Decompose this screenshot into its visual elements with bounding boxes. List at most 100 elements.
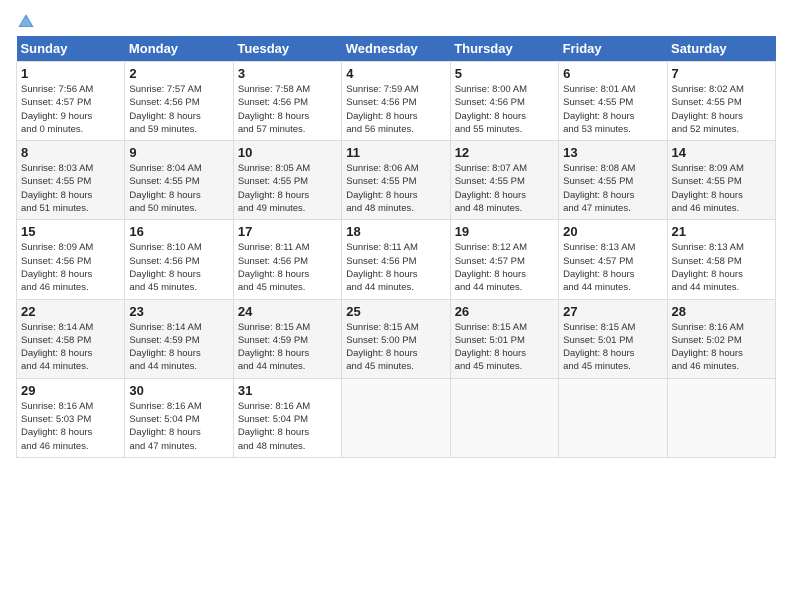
calendar-week-3: 15Sunrise: 8:09 AMSunset: 4:56 PMDayligh… (17, 220, 776, 299)
day-info: Sunrise: 8:08 AMSunset: 4:55 PMDaylight:… (563, 162, 662, 215)
day-info: Sunrise: 8:16 AMSunset: 5:03 PMDaylight:… (21, 400, 120, 453)
header-row-days: SundayMondayTuesdayWednesdayThursdayFrid… (17, 36, 776, 62)
day-info: Sunrise: 8:00 AMSunset: 4:56 PMDaylight:… (455, 83, 554, 136)
calendar-cell: 3Sunrise: 7:58 AMSunset: 4:56 PMDaylight… (233, 62, 341, 141)
header-day-saturday: Saturday (667, 36, 775, 62)
day-info: Sunrise: 8:01 AMSunset: 4:55 PMDaylight:… (563, 83, 662, 136)
day-number: 1 (21, 66, 120, 81)
calendar-cell: 9 Sunrise: 8:04 AMSunset: 4:55 PMDaylight… (125, 141, 233, 220)
calendar-cell (667, 378, 775, 457)
day-info: Sunrise: 8:15 AMSunset: 5:01 PMDaylight:… (455, 321, 554, 374)
day-number: 17 (238, 224, 337, 239)
day-info: Sunrise: 7:58 AMSunset: 4:56 PMDaylight:… (238, 83, 337, 136)
day-number: 23 (129, 304, 228, 319)
calendar-week-5: 29 Sunrise: 8:16 AMSunset: 5:03 PMDayligh… (17, 378, 776, 457)
calendar-cell: 27Sunrise: 8:15 AMSunset: 5:01 PMDayligh… (559, 299, 667, 378)
calendar-cell: 28 Sunrise: 8:16 AMSunset: 5:02 PMDayligh… (667, 299, 775, 378)
day-number: 28 (672, 304, 771, 319)
day-info: Sunrise: 8:16 AMSunset: 5:04 PMDaylight:… (238, 400, 337, 453)
day-number: 18 (346, 224, 445, 239)
day-info: Sunrise: 8:12 AMSunset: 4:57 PMDaylight:… (455, 241, 554, 294)
day-number: 30 (129, 383, 228, 398)
day-number: 20 (563, 224, 662, 239)
calendar-body: 1 Sunrise: 7:56 AMSunset: 4:57 PMDaylight… (17, 62, 776, 458)
day-info: Sunrise: 8:02 AMSunset: 4:55 PMDaylight:… (672, 83, 771, 136)
day-number: 5 (455, 66, 554, 81)
day-number: 16 (129, 224, 228, 239)
day-number: 15 (21, 224, 120, 239)
calendar-cell: 19Sunrise: 8:12 AMSunset: 4:57 PMDayligh… (450, 220, 558, 299)
day-number: 12 (455, 145, 554, 160)
day-number: 21 (672, 224, 771, 239)
day-info: Sunrise: 8:11 AMSunset: 4:56 PMDaylight:… (346, 241, 445, 294)
calendar-cell: 2 Sunrise: 7:57 AMSunset: 4:56 PMDaylight… (125, 62, 233, 141)
day-number: 4 (346, 66, 445, 81)
calendar-cell: 22 Sunrise: 8:14 AMSunset: 4:58 PMDayligh… (17, 299, 125, 378)
header-day-monday: Monday (125, 36, 233, 62)
calendar-cell: 20 Sunrise: 8:13 AMSunset: 4:57 PMDayligh… (559, 220, 667, 299)
day-info: Sunrise: 8:11 AMSunset: 4:56 PMDaylight:… (238, 241, 337, 294)
logo (16, 12, 39, 30)
day-info: Sunrise: 8:13 AMSunset: 4:57 PMDaylight:… (563, 241, 662, 294)
day-number: 29 (21, 383, 120, 398)
day-info: Sunrise: 8:09 AMSunset: 4:55 PMDaylight:… (672, 162, 771, 215)
day-number: 11 (346, 145, 445, 160)
day-number: 13 (563, 145, 662, 160)
calendar-cell: 14 Sunrise: 8:09 AMSunset: 4:55 PMDayligh… (667, 141, 775, 220)
day-info: Sunrise: 8:04 AMSunset: 4:55 PMDaylight:… (129, 162, 228, 215)
day-number: 6 (563, 66, 662, 81)
header-day-friday: Friday (559, 36, 667, 62)
day-number: 25 (346, 304, 445, 319)
calendar-cell: 26Sunrise: 8:15 AMSunset: 5:01 PMDayligh… (450, 299, 558, 378)
day-info: Sunrise: 7:59 AMSunset: 4:56 PMDaylight:… (346, 83, 445, 136)
day-info: Sunrise: 8:13 AMSunset: 4:58 PMDaylight:… (672, 241, 771, 294)
header-day-sunday: Sunday (17, 36, 125, 62)
calendar-cell: 23 Sunrise: 8:14 AMSunset: 4:59 PMDayligh… (125, 299, 233, 378)
calendar-cell: 17 Sunrise: 8:11 AMSunset: 4:56 PMDayligh… (233, 220, 341, 299)
calendar-cell: 24 Sunrise: 8:15 AMSunset: 4:59 PMDayligh… (233, 299, 341, 378)
calendar-cell: 30 Sunrise: 8:16 AMSunset: 5:04 PMDayligh… (125, 378, 233, 457)
day-number: 27 (563, 304, 662, 319)
calendar-cell: 15Sunrise: 8:09 AMSunset: 4:56 PMDayligh… (17, 220, 125, 299)
day-number: 2 (129, 66, 228, 81)
day-number: 10 (238, 145, 337, 160)
header-day-tuesday: Tuesday (233, 36, 341, 62)
day-info: Sunrise: 8:16 AMSunset: 5:04 PMDaylight:… (129, 400, 228, 453)
day-info: Sunrise: 8:07 AMSunset: 4:55 PMDaylight:… (455, 162, 554, 215)
calendar-cell: 4 Sunrise: 7:59 AMSunset: 4:56 PMDaylight… (342, 62, 450, 141)
calendar-cell: 11 Sunrise: 8:06 AMSunset: 4:55 PMDayligh… (342, 141, 450, 220)
calendar-cell (342, 378, 450, 457)
day-number: 9 (129, 145, 228, 160)
day-info: Sunrise: 8:03 AMSunset: 4:55 PMDaylight:… (21, 162, 120, 215)
day-number: 14 (672, 145, 771, 160)
calendar-cell: 7 Sunrise: 8:02 AMSunset: 4:55 PMDaylight… (667, 62, 775, 141)
calendar-week-2: 8Sunrise: 8:03 AMSunset: 4:55 PMDaylight… (17, 141, 776, 220)
day-info: Sunrise: 8:14 AMSunset: 4:58 PMDaylight:… (21, 321, 120, 374)
calendar-week-1: 1 Sunrise: 7:56 AMSunset: 4:57 PMDaylight… (17, 62, 776, 141)
day-number: 7 (672, 66, 771, 81)
calendar-cell: 18 Sunrise: 8:11 AMSunset: 4:56 PMDayligh… (342, 220, 450, 299)
calendar-cell: 10Sunrise: 8:05 AMSunset: 4:55 PMDayligh… (233, 141, 341, 220)
calendar-cell: 16 Sunrise: 8:10 AMSunset: 4:56 PMDayligh… (125, 220, 233, 299)
calendar-cell: 6 Sunrise: 8:01 AMSunset: 4:55 PMDaylight… (559, 62, 667, 141)
day-info: Sunrise: 8:16 AMSunset: 5:02 PMDaylight:… (672, 321, 771, 374)
day-info: Sunrise: 7:56 AMSunset: 4:57 PMDaylight:… (21, 83, 120, 136)
logo-icon (17, 12, 35, 30)
day-info: Sunrise: 8:14 AMSunset: 4:59 PMDaylight:… (129, 321, 228, 374)
calendar-header: SundayMondayTuesdayWednesdayThursdayFrid… (17, 36, 776, 62)
calendar-cell: 12 Sunrise: 8:07 AMSunset: 4:55 PMDayligh… (450, 141, 558, 220)
day-info: Sunrise: 7:57 AMSunset: 4:56 PMDaylight:… (129, 83, 228, 136)
calendar-cell: 1 Sunrise: 7:56 AMSunset: 4:57 PMDaylight… (17, 62, 125, 141)
day-info: Sunrise: 8:15 AMSunset: 4:59 PMDaylight:… (238, 321, 337, 374)
day-number: 22 (21, 304, 120, 319)
calendar-cell: 5 Sunrise: 8:00 AMSunset: 4:56 PMDaylight… (450, 62, 558, 141)
day-info: Sunrise: 8:15 AMSunset: 5:00 PMDaylight:… (346, 321, 445, 374)
day-number: 24 (238, 304, 337, 319)
calendar-cell: 31Sunrise: 8:16 AMSunset: 5:04 PMDayligh… (233, 378, 341, 457)
calendar-cell: 25 Sunrise: 8:15 AMSunset: 5:00 PMDayligh… (342, 299, 450, 378)
calendar-table: SundayMondayTuesdayWednesdayThursdayFrid… (16, 36, 776, 458)
day-info: Sunrise: 8:10 AMSunset: 4:56 PMDaylight:… (129, 241, 228, 294)
header-day-thursday: Thursday (450, 36, 558, 62)
calendar-week-4: 22 Sunrise: 8:14 AMSunset: 4:58 PMDayligh… (17, 299, 776, 378)
day-info: Sunrise: 8:06 AMSunset: 4:55 PMDaylight:… (346, 162, 445, 215)
